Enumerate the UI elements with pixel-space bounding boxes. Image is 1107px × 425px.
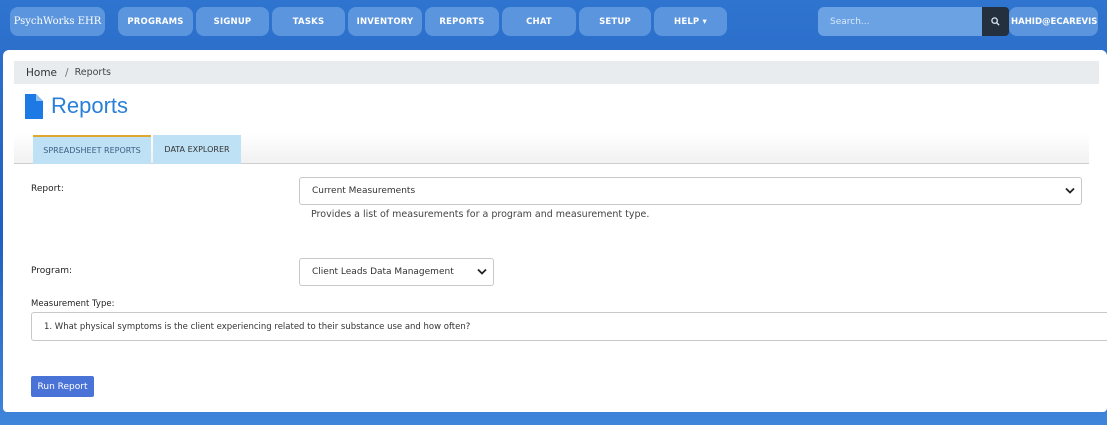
program-select[interactable]: Client Leads Data Management — [299, 258, 494, 286]
nav-reports[interactable]: REPORTS — [425, 7, 499, 36]
breadcrumb-home[interactable]: Home — [26, 67, 57, 79]
nav-setup[interactable]: SETUP — [579, 7, 651, 36]
tab-bar: SPREADSHEET REPORTS DATA EXPLORER — [14, 133, 1089, 164]
nav-help-dropdown[interactable]: HELP ▾ — [654, 7, 727, 36]
breadcrumb-separator: / — [65, 66, 69, 79]
report-help-text: Provides a list of measurements for a pr… — [311, 209, 650, 220]
nav-inventory[interactable]: INVENTORY — [348, 7, 422, 36]
report-select-value: Current Measurements — [312, 186, 416, 196]
chevron-down-icon — [1065, 187, 1075, 194]
breadcrumb: Home / Reports — [14, 61, 1099, 84]
nav-programs[interactable]: PROGRAMS — [118, 7, 193, 36]
search-placeholder: Search... — [830, 16, 870, 27]
top-navbar: PsychWorks EHR PROGRAMS SIGNUP TASKS INV… — [0, 0, 1107, 44]
page-title-text: Reports — [51, 93, 129, 118]
nav-signup[interactable]: SIGNUP — [196, 7, 269, 36]
tab-spreadsheet-reports[interactable]: SPREADSHEET REPORTS — [33, 135, 151, 164]
nav-tasks[interactable]: TASKS — [272, 7, 345, 36]
user-menu[interactable]: HAHID@ECAREVISIO — [1009, 7, 1098, 36]
search-button[interactable] — [982, 7, 1009, 36]
measurement-type-value: 1. What physical symptoms is the client … — [44, 321, 471, 332]
search-input[interactable]: Search... — [818, 7, 982, 36]
document-icon — [25, 93, 43, 119]
report-select[interactable]: Current Measurements — [299, 177, 1082, 205]
nav-chat[interactable]: CHAT — [502, 7, 576, 36]
tab-data-explorer[interactable]: DATA EXPLORER — [153, 135, 241, 164]
main-panel: Home / Reports Reports SPREADSHEET REPOR… — [3, 50, 1107, 412]
search-icon — [991, 17, 1000, 26]
measurement-type-label: Measurement Type: — [31, 299, 115, 309]
run-report-button[interactable]: Run Report — [31, 376, 94, 397]
page-title: Reports — [25, 89, 128, 123]
measurement-type-field[interactable]: 1. What physical symptoms is the client … — [31, 312, 1107, 341]
chevron-down-icon — [477, 268, 487, 275]
report-label: Report: — [31, 184, 64, 194]
program-label: Program: — [31, 266, 73, 276]
program-select-value: Client Leads Data Management — [312, 267, 454, 277]
brand-logo[interactable]: PsychWorks EHR — [10, 7, 105, 36]
breadcrumb-current: Reports — [74, 67, 112, 78]
